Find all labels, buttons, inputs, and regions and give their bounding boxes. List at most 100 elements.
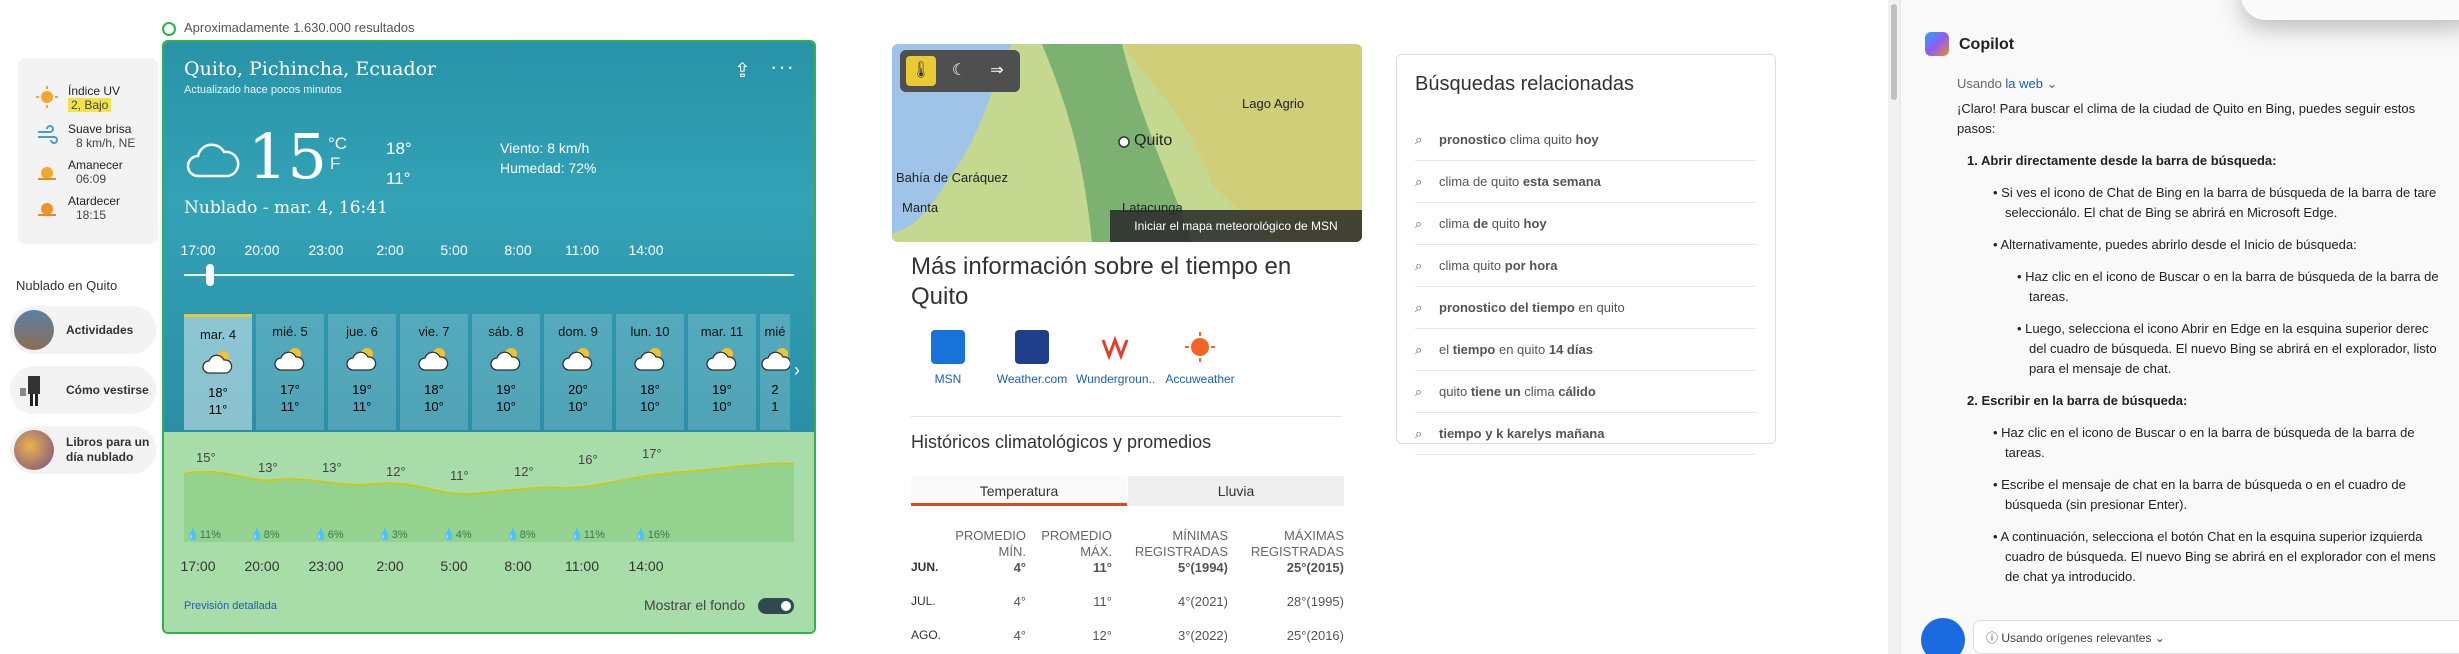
answer-text: búsqueda (sin presionar Enter). [2005,497,2188,512]
chevron-down-icon: ⌄ [2154,631,2165,645]
day-low: 10° [496,399,516,414]
weather-location[interactable]: Quito, Pichincha, Ecuador [184,58,436,80]
day-forecast-tile[interactable]: vie. 7 18° 10° [400,314,468,430]
sources-selector[interactable]: ⓘ Usando orígenes relevantes ⌄ [1973,620,2459,654]
page-scrollbar[interactable] [1888,0,1900,654]
day-forecast-tile[interactable]: mié. 5 17° 11° [256,314,324,430]
day-forecast-tile[interactable]: sáb. 8 19° 10° [472,314,540,430]
search-icon: ⌕ [1415,383,1423,399]
current-temperature: 15 [248,120,327,193]
answer-bullet: • A continuación, selecciona el botón Ch… [1993,529,2423,544]
timeline-track[interactable] [184,274,794,276]
history-cell: 12° [1092,628,1112,643]
day-high: 17° [280,382,300,397]
provider-msn[interactable]: MSN [908,330,988,386]
wind-layer-icon[interactable]: ⇒ [982,56,1012,86]
uv-title: Índice UV [68,84,121,98]
related-search-item[interactable]: ⌕ pronostico clima quito hoy [1415,119,1755,161]
provider-name: Accuweather [1165,372,1235,386]
column-header: PROMEDIO MÍN. [955,528,1026,559]
new-chat-button[interactable] [1921,618,1965,654]
day-high: 18° [424,382,444,397]
unit-celsius[interactable]: °C [328,134,347,154]
day-forecast-tile[interactable]: jue. 6 19° 11° [328,314,396,430]
temperature-layer-icon[interactable]: 🌡 [906,56,936,86]
related-search-item[interactable]: ⌕ clima de quito hoy [1415,203,1755,245]
answer-bullet: • Haz clic en el icono de Buscar o en la… [1993,425,2415,440]
map-label-manta: Manta [902,200,939,215]
chevron-right-icon[interactable]: › [794,360,800,381]
sunrise-value: 06:09 [76,172,107,186]
related-search-item[interactable]: ⌕ tiempo y k karelys mañana [1415,413,1755,455]
history-cell: 4° [1013,560,1026,575]
more-options-icon[interactable]: ··· [770,54,795,80]
search-icon: ⌕ [1415,425,1423,441]
related-search-item[interactable]: ⌕ pronostico del tiempo en quito [1415,287,1755,329]
share-icon[interactable]: ⇪ [734,58,751,83]
graph-hour: 14:00 [628,558,664,574]
partly-cloudy-icon [562,348,593,371]
provider-weather-com[interactable]: Weather.com [992,330,1072,386]
divider [911,416,1341,417]
related-search-item[interactable]: ⌕ clima de quito esta semana [1415,161,1755,203]
day-forecast-tile[interactable]: mar. 4 18° 11° [184,314,252,430]
sidebar-item-clothing[interactable]: Cómo vestirse [10,366,156,414]
related-search-item[interactable]: ⌕ quito tiene un clima cálido [1415,371,1755,413]
graph-temp-label: 12° [386,464,406,479]
graph-hour: 23:00 [308,558,344,574]
column-header: MÍNIMAS REGISTRADAS [1134,528,1228,559]
wind-speed: Viento: 8 km/h [500,140,590,156]
uv-card: Índice UV 2, Bajo Suave brisa 8 km/h, NE A… [18,58,158,244]
web-source-link[interactable]: la web [2005,76,2043,91]
weather-current-panel: Quito, Pichincha, Ecuador Actualizado ha… [164,42,814,432]
day-forecast-tile[interactable]: lun. 10 18° 10° [616,314,684,430]
show-background-toggle[interactable] [758,598,794,614]
sunrise-info[interactable]: Amanecer 06:09 [36,158,123,186]
day-name: sáb. 8 [488,324,524,339]
day-low: 10° [424,399,444,414]
detailed-forecast-link[interactable]: Previsión detallada [184,600,277,612]
day-low: 11° [352,399,372,414]
related-search-item[interactable]: ⌕ el tiempo en quito 14 días [1415,329,1755,371]
chevron-down-icon: ⌄ [2046,76,2058,91]
copilot-title: Copilot [1959,36,2015,53]
timeline-slider-handle[interactable] [206,264,214,286]
today-high: 18° [386,139,412,158]
day-forecast-tile[interactable]: mié 2 1 [760,314,790,430]
unit-switch[interactable]: °C F [328,134,347,174]
tab-temperature[interactable]: Temperatura [911,476,1127,506]
scrollbar-thumb[interactable] [1891,4,1897,100]
precipitation-layer-icon[interactable]: ☾ [944,56,974,86]
sunset-info[interactable]: Atardecer 18:15 [36,194,120,222]
launch-msn-map-button[interactable]: Iniciar el mapa meteorológico de MSN [1110,210,1362,242]
provider-accuweather[interactable]: Accuweather [1160,330,1240,386]
sun-icon [36,86,58,108]
rain-chance: 💧6% [314,529,344,541]
sidebar-item-activities[interactable]: Actividades [10,306,156,354]
answer-text: ¡Claro! Para buscar el clima de la ciuda… [1957,101,2416,116]
weather-channel-logo-icon [1015,330,1049,364]
sidebar-item-books[interactable]: Libros para un día nublado [10,426,156,474]
unit-fahrenheit[interactable]: F [328,154,347,174]
copilot-source-selector[interactable]: Usando la web ⌄ [1957,76,2058,92]
answer-text: tareas. [2029,289,2069,304]
uv-index[interactable]: Índice UV 2, Bajo [36,84,120,112]
rain-chance: 💧8% [506,529,536,541]
tab-rain[interactable]: Lluvia [1128,476,1344,506]
timeline-hour: 20:00 [244,242,280,258]
partly-cloudy-icon [634,348,665,371]
related-searches: Búsquedas relacionadas ⌕ pronostico clima… [1396,54,1776,455]
graph-hour: 8:00 [504,558,532,574]
day-forecast-tile[interactable]: dom. 9 20° 10° [544,314,612,430]
day-forecast-tile[interactable]: mar. 11 19° 10° [688,314,756,430]
rain-chance: 💧8% [250,529,280,541]
step-heading: 2. Escribir en la barra de búsqueda: [1967,393,2188,408]
related-search-item[interactable]: ⌕ clima quito por hora [1415,245,1755,287]
history-month: JUN. [911,560,939,574]
provider-name: Weather.com [996,372,1068,386]
provider-wunderground[interactable]: Wundergroun... [1076,330,1156,386]
weather-map[interactable]: Quito Lago Agrio Bahía de Caráquez Manta… [892,44,1362,242]
wind-title: Suave brisa [68,122,132,136]
wind-info[interactable]: Suave brisa 8 km/h, NE [36,122,135,150]
day-low: 10° [712,399,732,414]
